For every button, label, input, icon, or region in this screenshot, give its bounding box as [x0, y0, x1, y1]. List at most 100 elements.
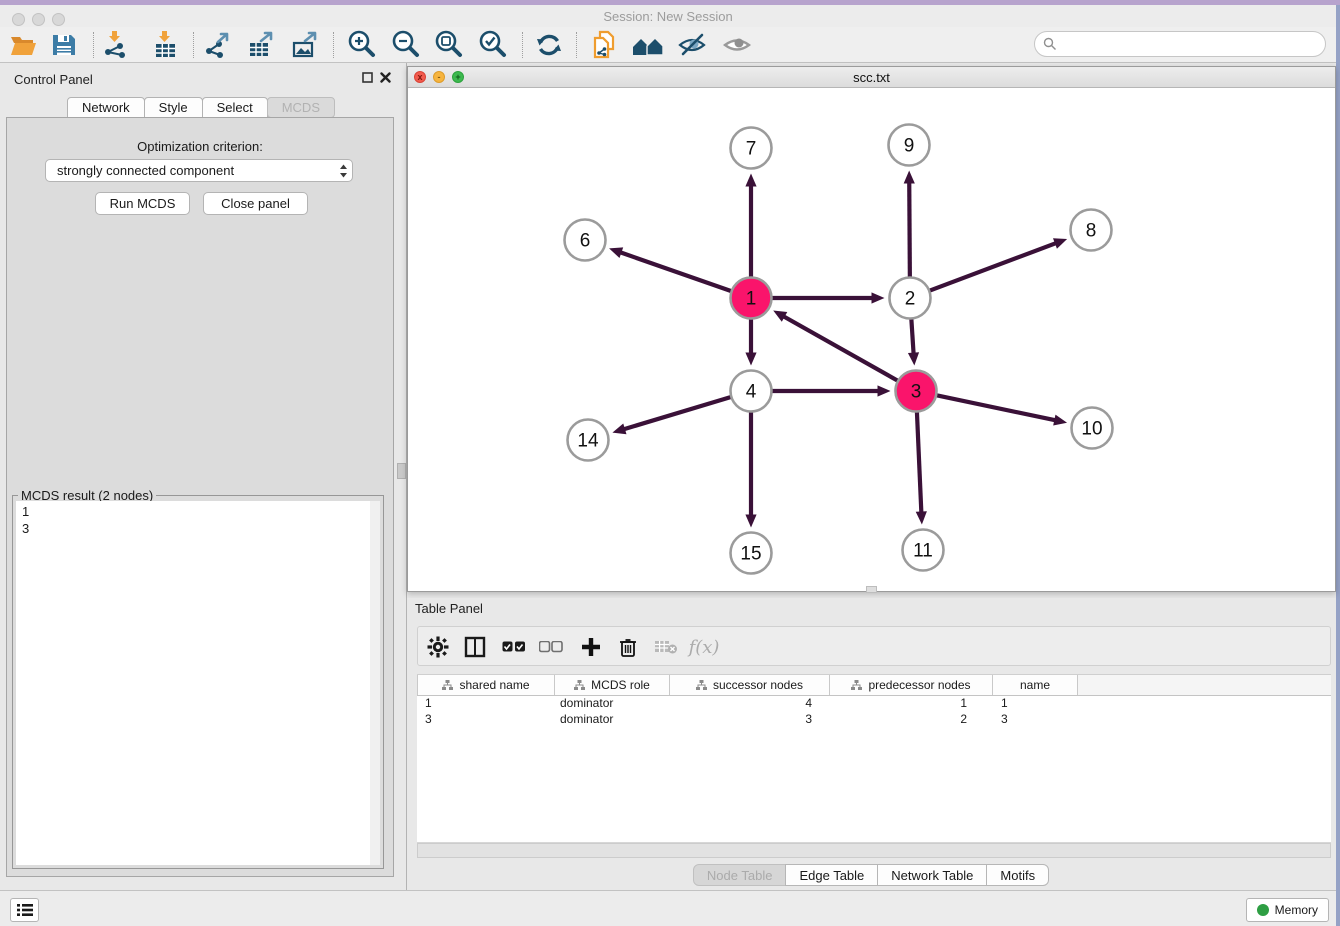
- edge-2-8[interactable]: [929, 243, 1057, 291]
- tab-style[interactable]: Style: [144, 97, 203, 118]
- table-horizontal-scrollbar[interactable]: [417, 843, 1331, 858]
- show-columns-icon[interactable]: [459, 631, 491, 663]
- list-icon: [17, 903, 33, 917]
- edge-arrowhead: [916, 511, 927, 524]
- tab-mcds[interactable]: MCDS: [267, 97, 335, 118]
- column-header-successor-nodes[interactable]: successor nodes: [670, 675, 830, 695]
- table-row[interactable]: 3dominator323: [417, 712, 1331, 728]
- table-cell: 1: [830, 696, 993, 712]
- close-panel-icon[interactable]: [378, 70, 392, 84]
- edge-arrowhead: [878, 385, 891, 396]
- node-label-4: 4: [746, 382, 757, 403]
- criterion-dropdown[interactable]: strongly connected component: [45, 159, 353, 182]
- tab-edge-table[interactable]: Edge Table: [785, 864, 878, 886]
- table-row[interactable]: 1dominator411: [417, 696, 1331, 712]
- splitter-handle[interactable]: [397, 463, 406, 479]
- result-scrollbar[interactable]: [370, 501, 380, 865]
- node-label-3: 3: [911, 382, 922, 403]
- edge-4-14[interactable]: [623, 397, 731, 430]
- delete-table-icon[interactable]: [650, 631, 682, 663]
- search-input[interactable]: [1062, 37, 1325, 52]
- node-label-9: 9: [904, 136, 915, 157]
- edge-2-9[interactable]: [909, 181, 910, 277]
- hide-visibility-icon[interactable]: [675, 30, 709, 60]
- save-session-icon[interactable]: [47, 30, 81, 60]
- table-cell: dominator: [555, 696, 670, 712]
- tab-node-table[interactable]: Node Table: [693, 864, 787, 886]
- app-titlebar: Session: New Session: [0, 5, 1336, 27]
- export-network-icon[interactable]: [201, 30, 235, 60]
- result-line: 1: [22, 503, 374, 520]
- tab-network-table[interactable]: Network Table: [877, 864, 987, 886]
- export-image-icon[interactable]: [288, 30, 322, 60]
- memory-status-icon: [1257, 904, 1269, 916]
- edge-arrowhead: [1053, 415, 1067, 426]
- column-type-icon: [442, 680, 453, 691]
- table-tabs: Node Table Edge Table Network Table Moti…: [407, 864, 1336, 886]
- delete-column-trash-icon[interactable]: [612, 631, 644, 663]
- open-session-icon[interactable]: [6, 30, 40, 60]
- edge-3-11[interactable]: [917, 411, 921, 513]
- clone-network-icon[interactable]: [587, 30, 621, 60]
- table-cell: 3: [993, 712, 1078, 728]
- node-label-6: 6: [580, 231, 591, 252]
- table-cell: 1: [993, 696, 1078, 712]
- mcds-result-group: MCDS result (2 nodes) 1 3: [12, 495, 384, 869]
- memory-button[interactable]: Memory: [1246, 898, 1329, 922]
- column-header-mcds-role[interactable]: MCDS role: [555, 675, 670, 695]
- tab-network[interactable]: Network: [67, 97, 145, 118]
- node-label-2: 2: [905, 289, 916, 310]
- zoom-out-icon[interactable]: [389, 30, 423, 60]
- network-window-titlebar[interactable]: x - + scc.txt: [408, 67, 1335, 88]
- tab-select[interactable]: Select: [202, 97, 268, 118]
- optimization-criterion-label: Optimization criterion:: [7, 139, 393, 154]
- select-all-icon[interactable]: [498, 631, 530, 663]
- zoom-fit-icon[interactable]: [432, 30, 466, 60]
- import-network-icon[interactable]: [98, 30, 132, 60]
- main-toolbar: [0, 27, 1336, 63]
- edge-1-6[interactable]: [619, 252, 731, 291]
- tab-motifs[interactable]: Motifs: [986, 864, 1049, 886]
- window-resize-grip[interactable]: [866, 586, 877, 593]
- export-table-icon[interactable]: [244, 30, 278, 60]
- network-window-title: scc.txt: [408, 70, 1335, 85]
- home-view-icon[interactable]: [631, 30, 665, 60]
- table-cell: 3: [417, 712, 555, 728]
- function-builder-icon[interactable]: f(x): [688, 631, 720, 663]
- node-label-14: 14: [577, 431, 599, 452]
- column-header-shared-name[interactable]: shared name: [417, 675, 555, 695]
- show-visibility-icon[interactable]: [720, 30, 754, 60]
- edge-arrowhead: [904, 170, 915, 183]
- network-graph: 1234678910111415: [408, 88, 1335, 591]
- node-label-11: 11: [913, 541, 933, 562]
- edge-2-3[interactable]: [911, 318, 913, 354]
- node-label-15: 15: [740, 544, 761, 565]
- chevron-updown-icon: [334, 160, 352, 181]
- deselect-all-icon[interactable]: [535, 631, 567, 663]
- node-table-body: 1dominator4113dominator323: [417, 696, 1331, 843]
- add-column-icon[interactable]: [575, 631, 607, 663]
- table-toolbar: f(x): [417, 626, 1331, 666]
- zoom-in-icon[interactable]: [345, 30, 379, 60]
- criterion-value: strongly connected component: [46, 163, 334, 178]
- edge-arrowhead: [745, 174, 756, 187]
- column-header-name[interactable]: name: [993, 675, 1078, 695]
- table-cell: 1: [417, 696, 555, 712]
- edge-3-1[interactable]: [783, 316, 898, 381]
- network-view-window: x - + scc.txt 1234678910111415: [407, 66, 1336, 592]
- table-panel-title: Table Panel: [415, 601, 483, 616]
- import-table-icon[interactable]: [148, 30, 182, 60]
- refresh-icon[interactable]: [532, 30, 566, 60]
- control-panel-title: Control Panel: [14, 72, 93, 87]
- column-header-predecessor-nodes[interactable]: predecessor nodes: [830, 675, 993, 695]
- run-mcds-button[interactable]: Run MCDS: [95, 192, 190, 215]
- control-panel: Control Panel Network Style Select MCDS …: [0, 63, 403, 890]
- network-canvas[interactable]: 1234678910111415: [408, 88, 1335, 591]
- zoom-selected-icon[interactable]: [476, 30, 510, 60]
- edge-3-10[interactable]: [936, 395, 1056, 420]
- task-history-button[interactable]: [10, 898, 39, 922]
- float-panel-icon[interactable]: [360, 70, 374, 84]
- mcds-result-textarea[interactable]: 1 3: [16, 501, 380, 865]
- table-settings-gear-icon[interactable]: [422, 631, 454, 663]
- close-panel-button[interactable]: Close panel: [203, 192, 308, 215]
